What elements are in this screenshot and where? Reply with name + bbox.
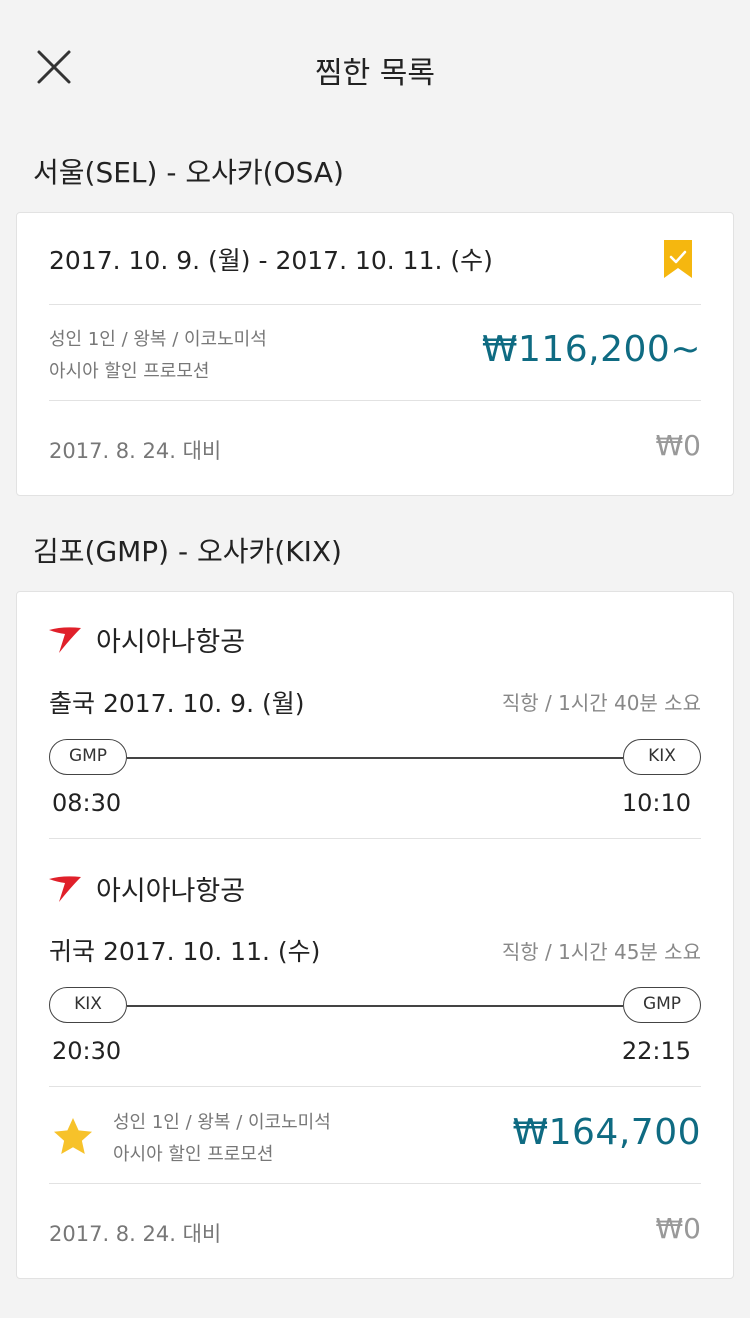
route-line xyxy=(127,1005,623,1007)
favorite-button[interactable] xyxy=(51,1115,95,1159)
divider xyxy=(49,400,701,401)
star-icon xyxy=(54,1118,92,1154)
section-title: 서울(SEL) - 오사카(OSA) xyxy=(33,156,344,189)
compare-date: 2017. 8. 24. 대비 xyxy=(49,439,222,463)
divider xyxy=(49,1183,701,1184)
bookmark-check-icon xyxy=(664,240,692,278)
divider xyxy=(49,838,701,839)
airline-name: 아시아나항공 xyxy=(96,876,246,907)
airline-name: 아시아나항공 xyxy=(96,627,246,658)
leg-title: 출국 2017. 10. 9. (월) xyxy=(49,689,305,718)
section-title: 김포(GMP) - 오사카(KIX) xyxy=(33,535,342,568)
destination-airport: KIX xyxy=(623,739,701,775)
promotion-label: 아시아 할인 프로모션 xyxy=(113,1144,274,1165)
price: ₩116,200~ xyxy=(481,329,701,370)
price-change: ₩0 xyxy=(655,429,702,462)
origin-airport: KIX xyxy=(49,987,127,1023)
trip-dates: 2017. 10. 9. (월) - 2017. 10. 11. (수) xyxy=(49,246,493,275)
flight-card[interactable]: 아시아나항공 출국 2017. 10. 9. (월) 직항 / 1시간 40분 … xyxy=(16,591,734,1279)
passenger-info: 성인 1인 / 왕복 / 이코노미석 xyxy=(49,329,267,350)
price: ₩164,700 xyxy=(512,1112,701,1153)
header: 찜한 목록 xyxy=(0,0,750,135)
destination-airport: GMP xyxy=(623,987,701,1023)
compare-date: 2017. 8. 24. 대비 xyxy=(49,1222,222,1246)
wishlist-card[interactable]: 2017. 10. 9. (월) - 2017. 10. 11. (수) 성인 … xyxy=(16,212,734,496)
page-title: 찜한 목록 xyxy=(315,56,435,91)
asiana-logo-icon xyxy=(47,873,83,903)
bookmark-button[interactable] xyxy=(663,239,693,279)
departure-time: 20:30 xyxy=(52,1037,122,1065)
asiana-logo-icon xyxy=(47,624,83,654)
route-line xyxy=(127,757,623,759)
arrival-time: 10:10 xyxy=(621,789,691,817)
divider xyxy=(49,304,701,305)
leg-meta: 직항 / 1시간 45분 소요 xyxy=(501,940,701,964)
divider xyxy=(49,1086,701,1087)
arrival-time: 22:15 xyxy=(621,1037,691,1065)
passenger-info: 성인 1인 / 왕복 / 이코노미석 xyxy=(113,1112,331,1133)
origin-airport: GMP xyxy=(49,739,127,775)
price-change: ₩0 xyxy=(655,1212,702,1245)
leg-meta: 직항 / 1시간 40분 소요 xyxy=(501,691,701,715)
promotion-label: 아시아 할인 프로모션 xyxy=(49,361,210,382)
departure-time: 08:30 xyxy=(52,789,122,817)
leg-title: 귀국 2017. 10. 11. (수) xyxy=(49,937,321,966)
